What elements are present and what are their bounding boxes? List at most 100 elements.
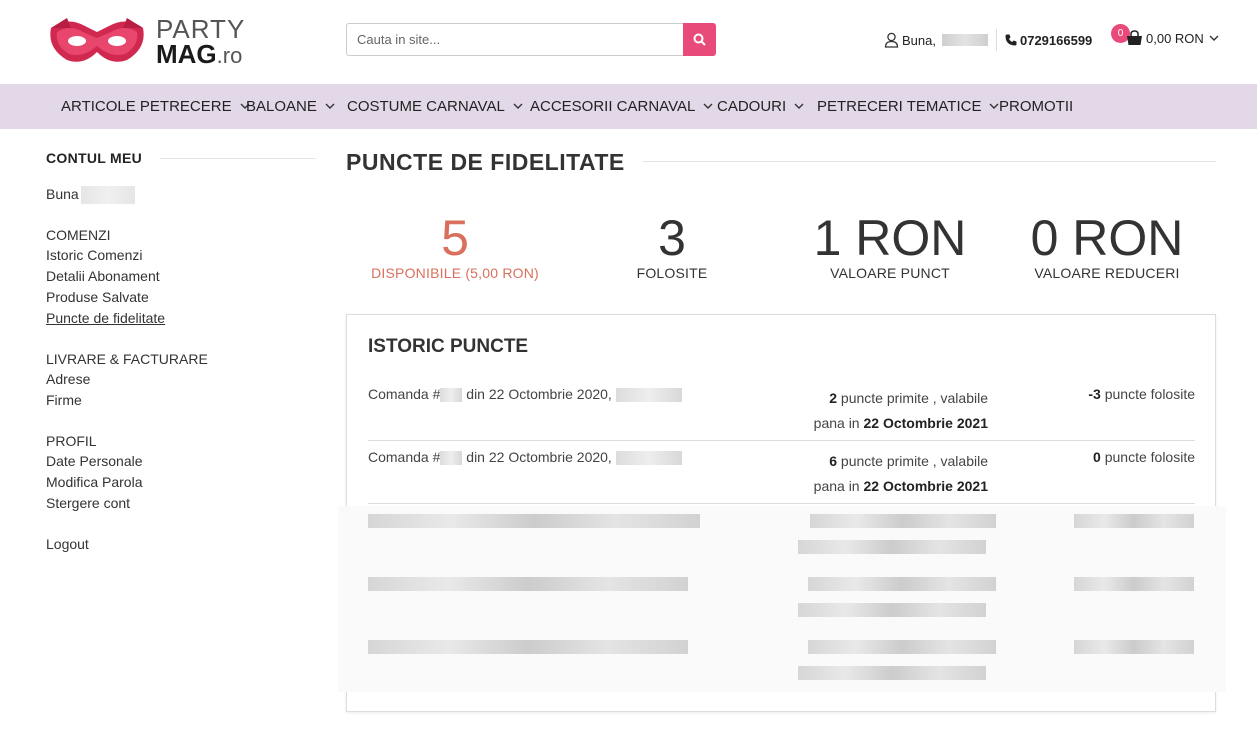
nav-item-promotii[interactable]: PROMOTII [999,84,1073,129]
sidebar-item-personal-data[interactable]: Date Personale [46,453,143,469]
stat-point-value: 1 RON VALOARE PUNCT [781,210,999,281]
page-title: PUNCTE DE FIDELITATE [346,149,625,175]
sidebar-greeting-text: Buna [46,186,79,202]
valid-date: 22 Octombrie 2021 [863,478,988,494]
nav-item-label: ARTICOLE PETRECERE [61,98,232,115]
used-count: -3 [1088,386,1101,402]
logo-mag: MAG [156,39,217,69]
order-date: din 22 Octombrie 2020, [466,449,612,465]
cart-button[interactable]: 0,00 RON [1126,30,1219,46]
logo-tld: .ro [216,43,243,68]
nav-item-articole-petrecere[interactable]: ARTICOLE PETRECERE [61,84,250,129]
order-reference: Comanda # din 22 Octombrie 2020, [368,449,682,466]
stat-label: VALOARE REDUCERI [1034,265,1180,281]
shopping-bag-icon [1127,30,1142,45]
redacted-history-rows [338,506,1226,692]
user-name-redacted [941,34,988,46]
user-greeting[interactable]: Buna, [902,33,936,48]
nav-item-label: CADOURI [717,98,787,115]
nav-item-accesorii-carnaval[interactable]: ACCESORII CARNAVAL [530,84,713,129]
site-logo[interactable]: PARTY MAG.ro [47,14,247,70]
nav-item-petreceri-tematice[interactable]: PETRECERI TEMATICE [817,84,999,129]
account-sidebar: CONTUL MEU Buna COMENZI Istoric Comenzi … [46,150,316,552]
used-text: puncte folosite [1100,449,1195,465]
cart-total: 0,00 RON [1146,30,1204,46]
sidebar-item-logout[interactable]: Logout [46,536,89,552]
redacted-text [798,666,986,680]
user-name-redacted [80,186,135,205]
search-input[interactable] [346,23,684,56]
sidebar-item-saved-products[interactable]: Produse Salvate [46,289,149,305]
sidebar-section-shipping: LIVRARE & FACTURARE [46,351,208,367]
received-count: 6 [829,453,838,469]
nav-item-costume-carnaval[interactable]: COSTUME CARNAVAL [347,84,523,129]
order-prefix: Comanda # [368,386,441,402]
stat-available: 5 DISPONIBILE (5,00 RON) [346,210,564,281]
sidebar-item-loyalty-points[interactable]: Puncte de fidelitate [46,310,165,326]
chevron-down-icon [989,103,999,110]
valid-prefix: pana in [813,415,864,431]
sidebar-title-divider [160,158,316,159]
stat-value: 1 RON [813,210,967,266]
redacted-text [1074,640,1194,654]
redacted-text [808,577,996,591]
mask-logo-icon [50,18,144,62]
redacted-text [810,514,996,528]
order-number-redacted [440,388,463,403]
sidebar-item-change-password[interactable]: Modifica Parola [46,474,143,490]
sidebar-item-addresses[interactable]: Adrese [46,371,90,387]
used-count: 0 [1093,449,1101,465]
redacted-row [338,506,1226,566]
table-row: Comanda # din 22 Octombrie 2020, 2 punct… [368,378,1195,441]
stat-label: DISPONIBILE (5,00 RON) [371,265,539,281]
points-used: -3 puncte folosite [1088,386,1195,402]
sidebar-section-orders: COMENZI [46,227,111,243]
stat-label: FOLOSITE [636,265,708,281]
order-reference: Comanda # din 22 Octombrie 2020, [368,386,682,403]
chevron-down-icon [513,103,523,110]
logo-mag-text: MAG.ro [156,39,242,70]
points-received: 6 puncte primite , valabile pana in 22 O… [814,449,988,499]
sidebar-item-companies[interactable]: Firme [46,392,82,408]
points-received: 2 puncte primite , valabile pana in 22 O… [814,386,988,436]
redacted-text [798,603,986,617]
stat-used: 3 FOLOSITE [563,210,781,281]
redacted-text [798,540,986,554]
received-text: puncte primite , valabile [837,453,988,469]
redacted-row [338,632,1226,692]
chevron-down-icon [1209,35,1219,41]
nav-item-label: PROMOTII [999,98,1074,115]
stat-label: VALOARE PUNCT [830,265,950,281]
redacted-text [808,640,996,654]
sidebar-item-order-history[interactable]: Istoric Comenzi [46,247,142,263]
sidebar-item-subscription[interactable]: Detalii Abonament [46,268,160,284]
search-bar [346,23,716,56]
nav-item-label: BALOANE [246,98,317,115]
user-icon[interactable] [884,32,899,48]
chevron-down-icon [325,103,335,110]
used-text: puncte folosite [1100,386,1195,402]
redacted-row [338,569,1226,629]
stat-value: 0 RON [1030,210,1184,266]
valid-date: 22 Octombrie 2021 [863,415,988,431]
chevron-down-icon [703,103,713,110]
redacted-text [368,577,688,591]
nav-item-baloane[interactable]: BALOANE [246,84,335,129]
user-area: Buna, 0729166599 [884,29,1092,51]
phone-number[interactable]: 0729166599 [1020,33,1092,48]
divider [995,29,997,51]
nav-item-cadouri[interactable]: CADOURI [717,84,804,129]
order-prefix: Comanda # [368,449,441,465]
sidebar-item-delete-account[interactable]: Stergere cont [46,495,130,511]
main-navigation: ARTICOLE PETRECERE BALOANE COSTUME CARNA… [0,84,1257,129]
search-button[interactable] [683,23,716,56]
history-title: ISTORIC PUNCTE [368,336,529,357]
stat-value: 5 [441,210,469,266]
chevron-down-icon [794,103,804,110]
sidebar-greeting: Buna [46,186,135,205]
redacted-text [1074,514,1194,528]
order-detail-redacted [615,388,682,403]
nav-item-label: ACCESORII CARNAVAL [530,98,696,115]
order-number-redacted [440,451,463,466]
stat-discount-value: 0 RON VALOARE REDUCERI [998,210,1216,281]
